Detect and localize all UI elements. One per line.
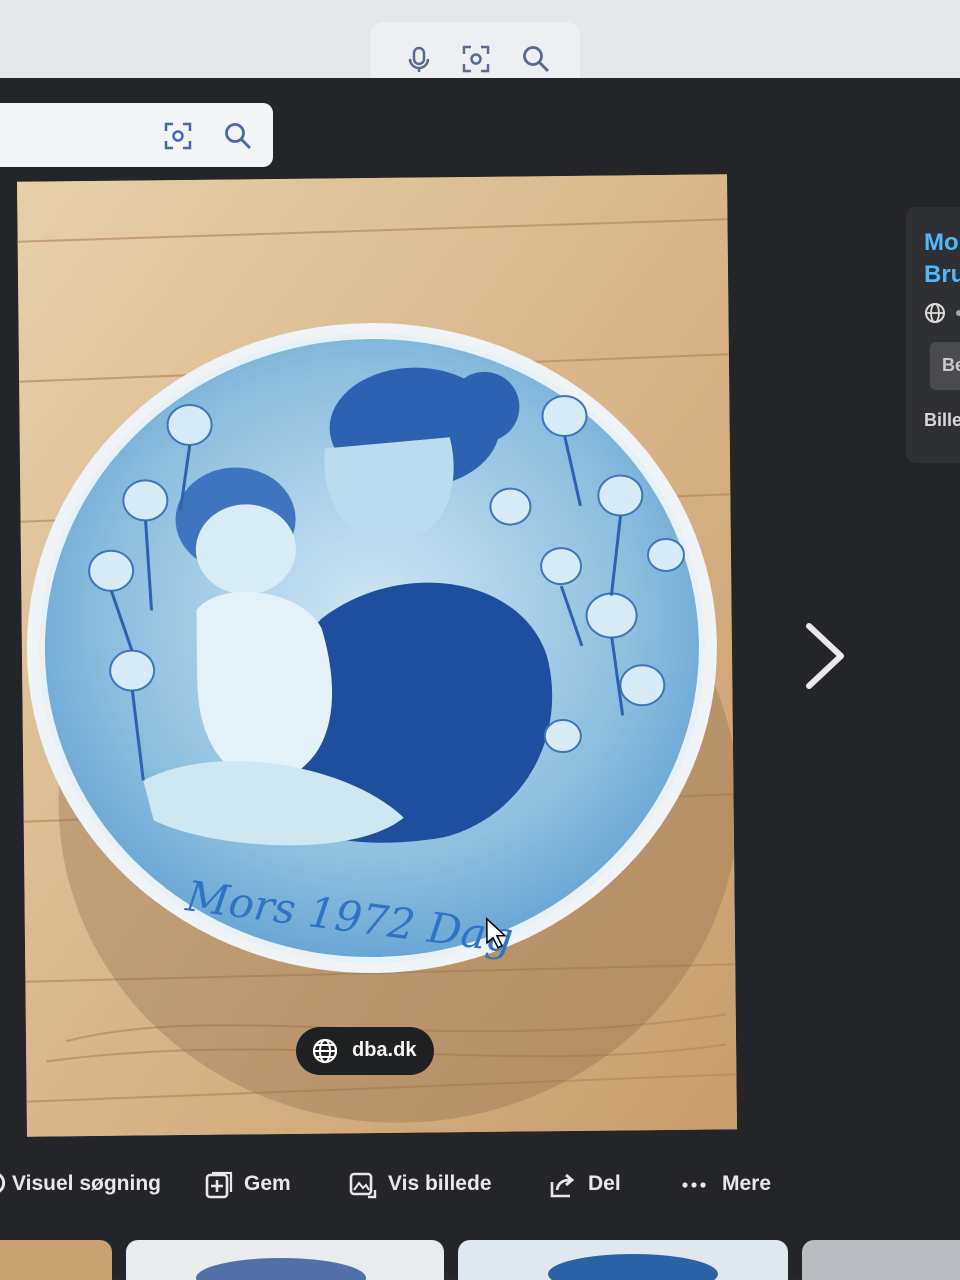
- result-title-line1[interactable]: Mo: [924, 227, 960, 259]
- site-dot: [956, 310, 960, 316]
- bookmark-add-icon: [205, 1171, 233, 1199]
- next-arrow-icon[interactable]: [795, 620, 851, 692]
- plate-photo: Mors 1972 Dag: [17, 174, 737, 1137]
- search-box[interactable]: [0, 103, 273, 167]
- share-button[interactable]: Del: [548, 1160, 628, 1212]
- image-action-bar: Visuel søgning Gem Vis billede Del Mere: [0, 1160, 960, 1220]
- thumbnail[interactable]: [458, 1240, 788, 1280]
- search-icon[interactable]: [223, 121, 253, 151]
- result-title[interactable]: Mo Bru: [924, 227, 960, 291]
- visual-search-button[interactable]: Visuel søgning: [0, 1160, 161, 1212]
- globe-icon: [312, 1038, 338, 1064]
- search-input[interactable]: [10, 119, 154, 151]
- action-label: Gem: [244, 1172, 291, 1195]
- action-label: Mere: [722, 1172, 772, 1195]
- visit-button-label: Be: [942, 355, 960, 375]
- action-label: Del: [588, 1172, 621, 1195]
- result-side-panel: Mo Bru Be Bille: [906, 207, 960, 463]
- action-label: Vis billede: [388, 1172, 492, 1195]
- preview-image[interactable]: Mors 1972 Dag: [17, 174, 737, 1137]
- view-image-button[interactable]: Vis billede: [348, 1160, 492, 1212]
- more-button[interactable]: Mere: [680, 1160, 780, 1212]
- action-label: Visuel søgning: [12, 1172, 161, 1195]
- thumbnail[interactable]: [802, 1240, 960, 1280]
- thumbnail[interactable]: [0, 1240, 112, 1280]
- camera-lens-icon[interactable]: [163, 121, 193, 151]
- camera-lens-icon[interactable]: [461, 44, 491, 74]
- save-button[interactable]: Gem: [204, 1160, 294, 1212]
- microphone-icon[interactable]: [404, 44, 434, 74]
- thumbnail[interactable]: [126, 1240, 444, 1280]
- globe-icon: [925, 303, 945, 323]
- visit-button[interactable]: Be: [930, 342, 960, 390]
- more-dots-icon: [682, 1182, 706, 1188]
- result-title-line2[interactable]: Bru: [924, 259, 960, 291]
- image-caption: Bille: [924, 410, 960, 430]
- share-icon: [550, 1173, 575, 1198]
- search-icon[interactable]: [521, 44, 551, 74]
- source-label: dba.dk: [352, 1039, 417, 1061]
- open-image-icon: [349, 1172, 377, 1199]
- source-chip[interactable]: dba.dk: [296, 1027, 434, 1075]
